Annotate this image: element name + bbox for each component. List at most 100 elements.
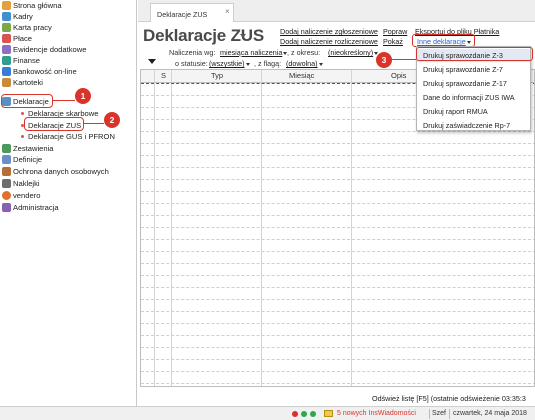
sidebar-item-administracja[interactable]: Administracja [0,202,136,213]
sidebar-item-label: Kadry [13,12,33,21]
menu-item-rmua[interactable]: Drukuj raport RMUA [417,105,530,118]
status-green-icon [301,411,307,417]
tab-bar: Deklaracje ZUS × [138,0,535,22]
callout-connector-1 [53,100,75,101]
current-date: czwartek, 24 maja 2018 [453,410,527,417]
sidebar: Strona główna Kadry Karta pracy Płace Ew… [0,0,137,420]
sidebar-subitem-deklaracje-gus[interactable]: Deklaracje GUS i PFRON [0,131,136,142]
fix-link[interactable]: Popraw [383,27,407,36]
callout-highlight-deklaracje-zus [24,117,84,131]
sidebar-item-label: Naklejki [13,179,40,188]
filter-flag-label: , z flagą: [254,59,282,68]
sidebar-item-label: Kartoteki [13,78,43,87]
settings-icon [2,155,11,164]
sidebar-item-karta-pracy[interactable]: Karta pracy [0,22,136,33]
home-icon [2,1,11,10]
status-divider [429,409,430,419]
collapse-filters-icon[interactable] [148,59,156,64]
folder-icon [2,78,11,87]
filter-status-label: o statusie: [175,59,208,68]
filter-status-select[interactable]: (wszystkie) [209,59,250,68]
filter-by-value: miesiąca naliczenia [220,48,283,57]
callout-badge-3: 3 [376,52,392,68]
sidebar-item-bankowosc[interactable]: Bankowość on-line [0,66,136,77]
sidebar-item-finanse[interactable]: Finanse [0,55,136,66]
sidebar-item-kartoteki[interactable]: Kartoteki [0,77,136,88]
column-divider [351,70,352,386]
sidebar-item-label: Ewidencje dodatkowe [13,45,87,54]
bullet-icon [21,112,24,115]
sidebar-item-definicje[interactable]: Definicje [0,154,136,165]
label-icon [2,179,11,188]
column-divider [154,70,155,386]
callout-connector-3 [392,59,416,60]
sidebar-item-label: Administracja [13,203,59,212]
add-reported-link[interactable]: Dodaj naliczenie zgłoszeniowe [280,27,378,36]
column-header-s[interactable]: S [161,71,166,80]
filter-period-label: , z okresu: [287,48,321,57]
filter-by-label: Naliczenia wg: [169,48,216,57]
sidebar-item-kadry[interactable]: Kadry [0,11,136,22]
status-red-icon [292,411,298,417]
callout-connector-2 [84,123,104,124]
status-divider [449,409,450,419]
column-header-opis[interactable]: Opis [391,71,406,80]
sidebar-item-label: Finanse [13,56,41,65]
report-icon [2,144,11,153]
bullet-icon [21,135,24,138]
tab-deklaracje-zus[interactable]: Deklaracje ZUS × [150,3,234,22]
show-link[interactable]: Pokaż [383,37,403,46]
tab-label: Deklaracje ZUS [157,10,208,19]
column-divider [261,70,262,386]
sidebar-item-label: Zestawienia [13,144,54,153]
menu-item-z7[interactable]: Drukuj sprawozdanie Z-7 [417,63,530,76]
sidebar-item-naklejki[interactable]: Naklejki [0,178,136,189]
chevron-down-icon [318,62,323,66]
callout-highlight-deklaracje [1,94,53,108]
sidebar-item-place[interactable]: Płace [0,33,136,44]
callout-highlight-z3 [416,47,533,61]
menu-item-zus-iwa[interactable]: Dane do informacji ZUS IWA [417,91,530,104]
sidebar-item-label: Bankowość on-line [13,67,77,76]
records-icon [2,45,11,54]
sidebar-item-label: Ochrona danych osobowych [13,167,109,176]
filter-period-value: (nieokreślony) [328,48,374,57]
filter-flag-select[interactable]: (dowolna) [286,59,323,68]
sidebar-item-zestawienia[interactable]: Zestawienia [0,143,136,154]
admin-icon [2,203,11,212]
filter-by-select[interactable]: miesiąca naliczenia [220,48,288,57]
filter-status-value: (wszystkie) [209,59,245,68]
notifications-link[interactable]: 5 nowych InsWiadomości [337,410,416,417]
mail-icon[interactable] [324,410,333,417]
filter-period-select[interactable]: (nieokreślony) [328,48,379,57]
chevron-down-icon [245,62,250,66]
sidebar-item-ochrona-danych[interactable]: Ochrona danych osobowych [0,166,136,177]
sidebar-item-label: Strona główna [13,1,62,10]
sidebar-item-label: Definicje [13,155,43,164]
sidebar-item-strona-glowna[interactable]: Strona główna [0,0,136,11]
refresh-list-link[interactable]: Odśwież listę [F5] (ostatnie odświeżenie… [372,394,526,403]
column-divider [171,70,172,386]
status-bar: 5 nowych InsWiadomości Szef czwartek, 24… [0,406,535,420]
vendero-icon [2,191,11,200]
finance-icon [2,56,11,65]
add-settlement-link[interactable]: Dodaj naliczenie rozliczeniowe [280,37,378,46]
column-header-miesiac[interactable]: Miesiąc [289,71,314,80]
current-user: Szef [432,410,447,417]
worksheet-icon [2,23,11,32]
payroll-icon [2,34,11,43]
menu-item-rp7[interactable]: Drukuj zaświadczenie Rp-7 [417,119,530,132]
sidebar-item-label: vendero [13,191,41,200]
bank-icon [2,67,11,76]
sidebar-item-label: Deklaracje GUS i PFRON [28,132,115,141]
close-icon[interactable]: × [225,7,230,16]
chevron-down-icon [374,51,379,55]
chevron-down-icon[interactable] [240,34,246,38]
menu-item-z17[interactable]: Drukuj sprawozdanie Z-17 [417,77,530,90]
sidebar-item-vendero[interactable]: vendero [0,190,136,201]
filter-flag-value: (dowolna) [286,59,318,68]
sidebar-item-ewidencje[interactable]: Ewidencje dodatkowe [0,44,136,55]
sidebar-item-label: Płace [13,34,32,43]
column-header-typ[interactable]: Typ [211,71,223,80]
callout-badge-1: 1 [75,88,91,104]
